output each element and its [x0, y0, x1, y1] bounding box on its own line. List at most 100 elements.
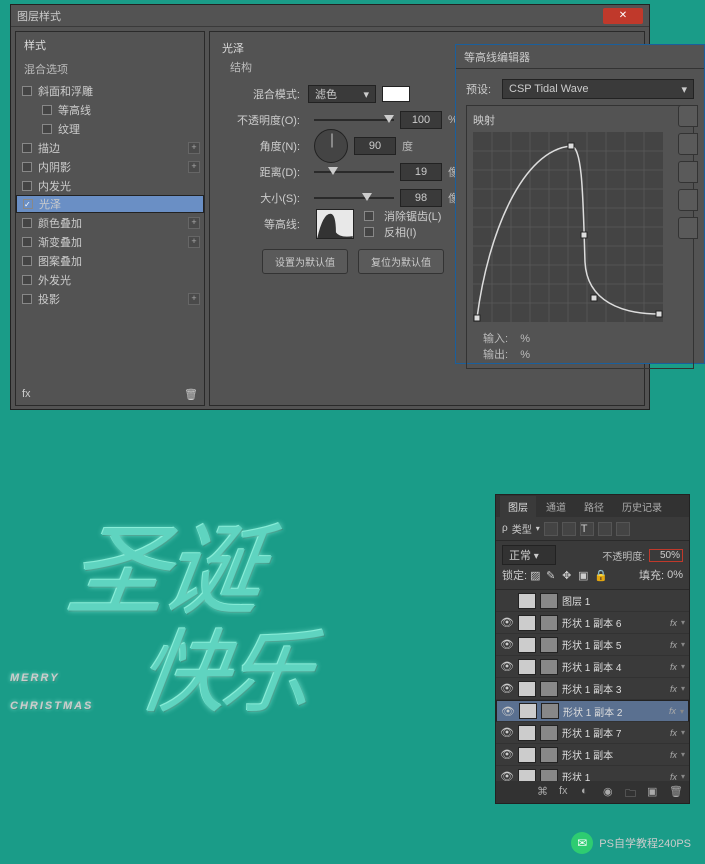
add-icon[interactable]: +: [188, 142, 200, 154]
trash-icon[interactable]: 🗑: [184, 388, 198, 401]
visibility-icon[interactable]: 👁: [500, 660, 514, 673]
new-button[interactable]: [678, 217, 698, 239]
close-button[interactable]: ✕: [603, 8, 643, 24]
ok-button[interactable]: [678, 105, 698, 127]
trash-icon[interactable]: 🗑: [669, 785, 683, 799]
checkbox[interactable]: [22, 256, 32, 266]
opacity-value[interactable]: 50%: [649, 549, 683, 562]
add-icon[interactable]: +: [188, 217, 200, 229]
chevron-icon[interactable]: ▾: [681, 640, 685, 649]
chevron-icon[interactable]: ▾: [681, 662, 685, 671]
opacity-value[interactable]: 100: [400, 111, 442, 129]
visibility-icon[interactable]: 👁: [500, 682, 514, 695]
visibility-icon[interactable]: 👁: [500, 638, 514, 651]
distance-value[interactable]: 19: [400, 163, 442, 181]
checkbox[interactable]: [22, 218, 32, 228]
fx-icon[interactable]: fx: [22, 388, 31, 401]
chevron-icon[interactable]: ▾: [681, 750, 685, 759]
chevron-icon[interactable]: ▾: [681, 618, 685, 627]
layer-row[interactable]: 👁形状 1 副本 5fx▾: [496, 634, 689, 656]
opacity-slider[interactable]: [314, 113, 394, 127]
fx-grad-overlay[interactable]: 渐变叠加+: [16, 232, 204, 251]
angle-value[interactable]: 90: [354, 137, 396, 155]
visibility-icon[interactable]: 👁: [500, 616, 514, 629]
add-icon[interactable]: +: [188, 236, 200, 248]
tab-channels[interactable]: 通道: [538, 496, 574, 517]
mask-icon[interactable]: ◐: [581, 785, 595, 799]
layer-row[interactable]: 👁形状 1 副本fx▾: [496, 744, 689, 766]
group-icon[interactable]: 🗀: [625, 785, 639, 799]
link-icon[interactable]: ⌘: [537, 785, 551, 799]
fx-icon[interactable]: fx: [559, 785, 573, 799]
fx-satin[interactable]: 光泽: [16, 195, 204, 213]
checkbox[interactable]: [42, 124, 52, 134]
load-button[interactable]: [678, 161, 698, 183]
filter-pixel-icon[interactable]: [544, 522, 558, 536]
lock-paint-icon[interactable]: ✎: [546, 569, 559, 582]
checkbox[interactable]: [22, 181, 32, 191]
fx-inner-glow[interactable]: 内发光: [16, 176, 204, 195]
add-icon[interactable]: +: [188, 293, 200, 305]
layer-row[interactable]: 👁形状 1 副本 3fx▾: [496, 678, 689, 700]
tab-layers[interactable]: 图层: [500, 496, 536, 517]
add-icon[interactable]: +: [188, 161, 200, 173]
layer-row[interactable]: 👁形状 1 副本 7fx▾: [496, 722, 689, 744]
fx-inner-shadow[interactable]: 内阴影+: [16, 157, 204, 176]
fx-drop-shadow[interactable]: 投影+: [16, 289, 204, 308]
chevron-icon[interactable]: ▾: [680, 707, 684, 716]
contour-thumb[interactable]: [316, 209, 354, 239]
lock-artboard-icon[interactable]: ▣: [578, 569, 591, 582]
filter-smart-icon[interactable]: [616, 522, 630, 536]
visibility-icon[interactable]: 👁: [500, 748, 514, 761]
size-value[interactable]: 98: [400, 189, 442, 207]
fx-color-overlay[interactable]: 颜色叠加+: [16, 213, 204, 232]
fx-outer-glow[interactable]: 外发光: [16, 270, 204, 289]
layer-row[interactable]: 👁形状 1 副本 2fx▾: [496, 700, 689, 722]
blend-options[interactable]: 混合选项: [16, 57, 204, 81]
checkbox-on[interactable]: [23, 199, 33, 209]
reset-default-button[interactable]: 复位为默认值: [358, 249, 444, 274]
blend-mode-select[interactable]: 正常 ▾: [502, 545, 556, 565]
preset-select[interactable]: CSP Tidal Wave▾: [502, 79, 694, 99]
layer-row[interactable]: 👁形状 1 副本 6fx▾: [496, 612, 689, 634]
checkbox[interactable]: [22, 162, 32, 172]
checkbox[interactable]: [22, 86, 32, 96]
invert-checkbox[interactable]: [364, 227, 374, 237]
adjust-icon[interactable]: ◉: [603, 785, 617, 799]
layer-row[interactable]: 👁形状 1 副本 4fx▾: [496, 656, 689, 678]
curve-grid[interactable]: [473, 132, 663, 322]
color-swatch[interactable]: [382, 86, 410, 102]
checkbox[interactable]: [22, 143, 32, 153]
fx-stroke[interactable]: 描边+: [16, 138, 204, 157]
tab-history[interactable]: 历史记录: [614, 496, 670, 517]
checkbox[interactable]: [22, 275, 32, 285]
make-default-button[interactable]: 设置为默认值: [262, 249, 348, 274]
filter-shape-icon[interactable]: [598, 522, 612, 536]
cancel-button[interactable]: [678, 133, 698, 155]
styles-header[interactable]: 样式: [16, 32, 204, 57]
distance-slider[interactable]: [314, 165, 394, 179]
checkbox[interactable]: [22, 237, 32, 247]
lock-all-icon[interactable]: 🔒: [594, 569, 607, 582]
filter-adjust-icon[interactable]: [562, 522, 576, 536]
fx-pattern-overlay[interactable]: 图案叠加: [16, 251, 204, 270]
blend-mode-select[interactable]: 滤色▾: [308, 85, 376, 103]
size-slider[interactable]: [314, 191, 394, 205]
chevron-icon[interactable]: ▾: [681, 684, 685, 693]
antialias-checkbox[interactable]: [364, 211, 374, 221]
fill-value[interactable]: 0%: [667, 569, 683, 581]
lock-trans-icon[interactable]: ▨: [530, 569, 543, 582]
filter-type-icon[interactable]: T: [580, 522, 594, 536]
tab-paths[interactable]: 路径: [576, 496, 612, 517]
fx-contour-sub[interactable]: 等高线: [16, 100, 204, 119]
visibility-icon[interactable]: 👁: [501, 705, 515, 718]
chevron-icon[interactable]: ▾: [681, 728, 685, 737]
fx-texture-sub[interactable]: 纹理: [16, 119, 204, 138]
visibility-icon[interactable]: 👁: [500, 726, 514, 739]
chevron-icon[interactable]: ▾: [681, 772, 685, 781]
layer-row[interactable]: 图层 1: [496, 590, 689, 612]
fx-bevel[interactable]: 斜面和浮雕: [16, 81, 204, 100]
new-layer-icon[interactable]: ▣: [647, 785, 661, 799]
save-button[interactable]: [678, 189, 698, 211]
lock-pos-icon[interactable]: ✥: [562, 569, 575, 582]
